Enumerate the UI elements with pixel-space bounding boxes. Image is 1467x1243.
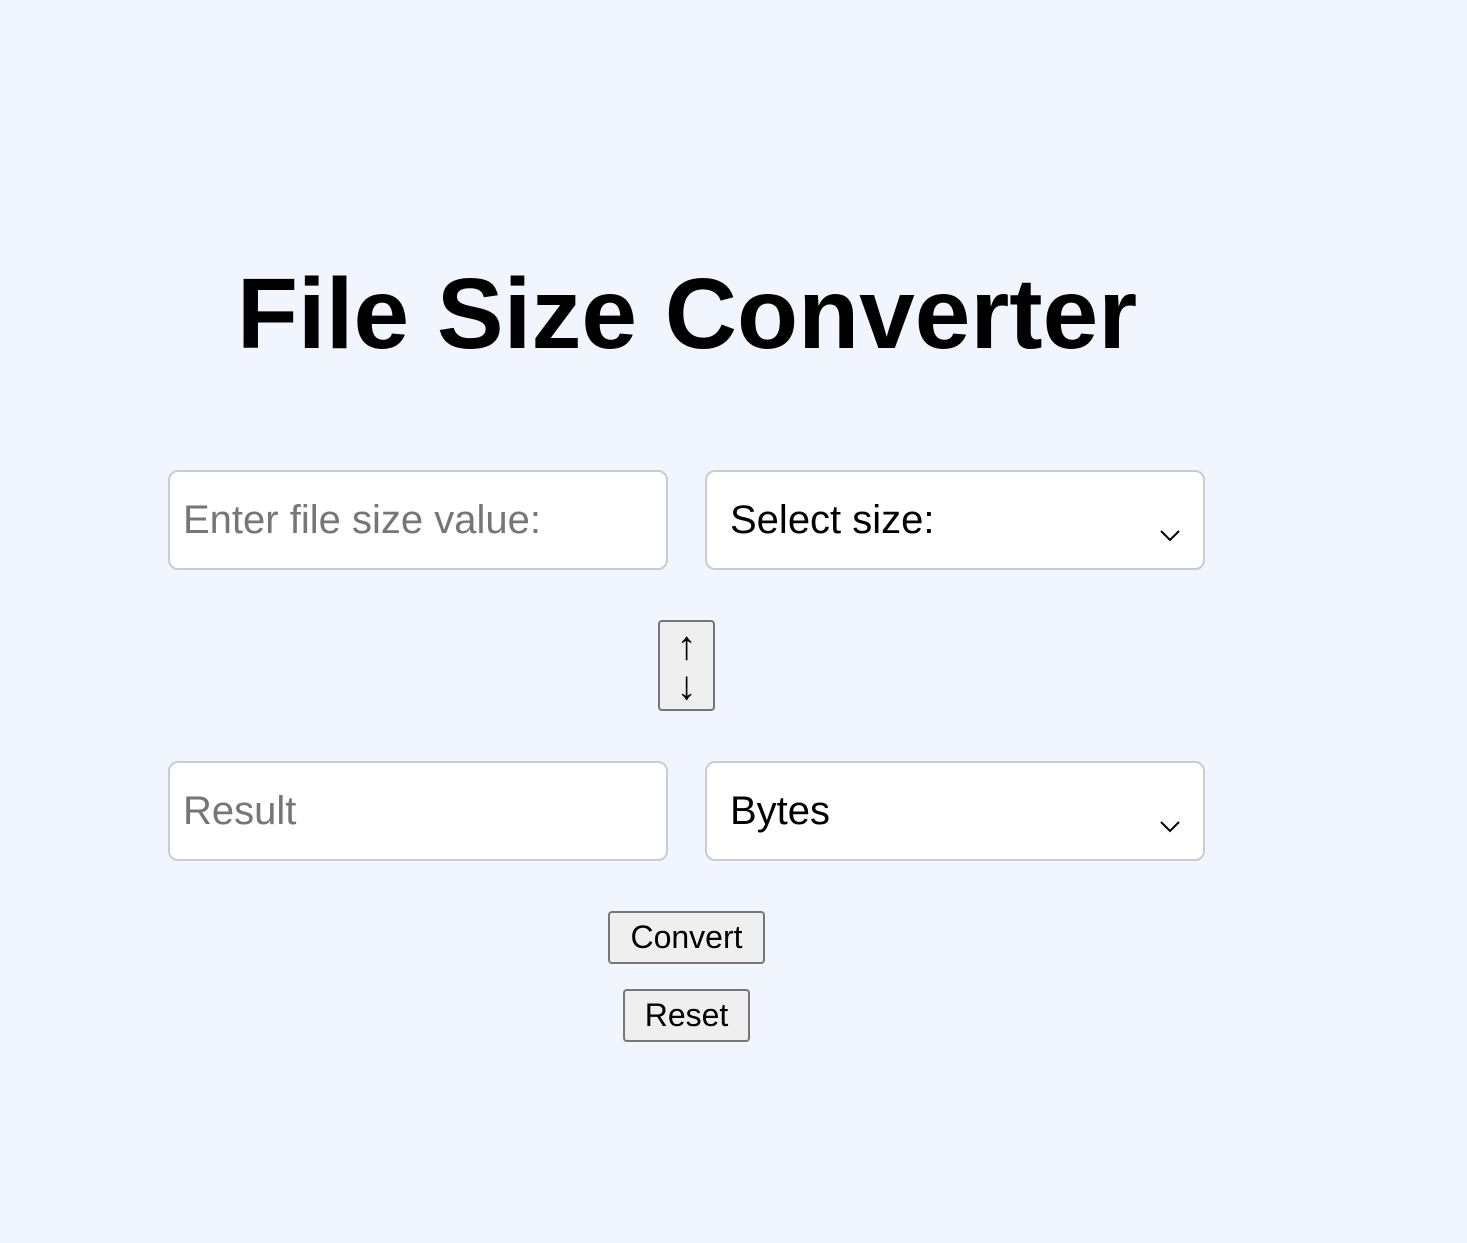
from-unit-selected-value: Select size: bbox=[730, 497, 935, 542]
to-unit-select[interactable]: Bytes bbox=[705, 761, 1205, 861]
arrow-down-icon: ↓ bbox=[676, 663, 697, 708]
file-size-input[interactable] bbox=[168, 470, 668, 570]
arrow-up-icon: ↑ bbox=[676, 623, 697, 668]
convert-button[interactable]: Convert bbox=[608, 911, 765, 964]
result-field[interactable] bbox=[168, 761, 668, 861]
page-title: File Size Converter bbox=[236, 258, 1138, 370]
swap-units-button[interactable]: ↑ ↓ bbox=[658, 620, 715, 711]
reset-button[interactable]: Reset bbox=[623, 989, 750, 1042]
chevron-down-icon bbox=[1160, 801, 1180, 833]
chevron-down-icon bbox=[1160, 510, 1180, 542]
from-unit-select[interactable]: Select size: bbox=[705, 470, 1205, 570]
file-size-converter-page: File Size Converter Select size: ↑ ↓ Byt… bbox=[0, 0, 1467, 1243]
to-unit-selected-value: Bytes bbox=[730, 788, 831, 833]
